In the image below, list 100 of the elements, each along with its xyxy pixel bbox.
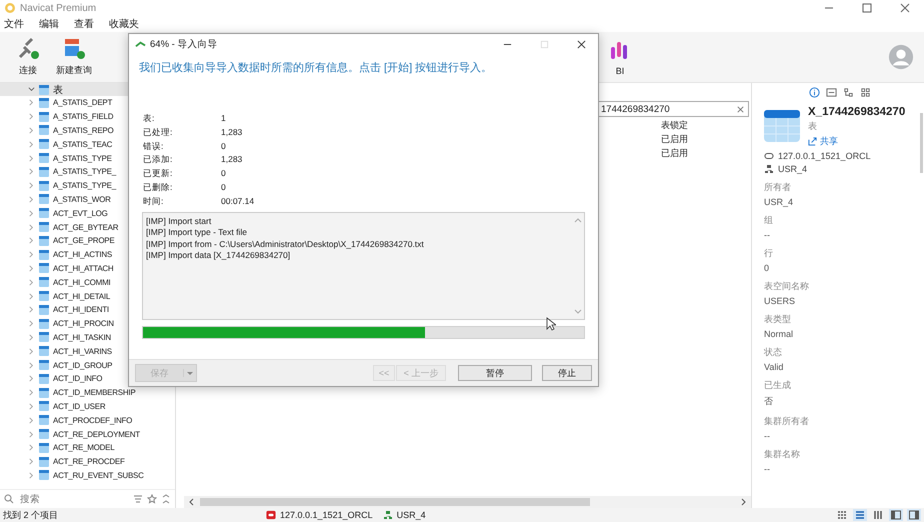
- table-cell-text: 已启用: [661, 147, 689, 160]
- table-icon: [38, 345, 50, 358]
- stat-value: 1: [221, 113, 227, 125]
- table-icon: [38, 138, 50, 150]
- table-icon: [38, 456, 50, 468]
- table-icon: [38, 193, 50, 206]
- table-icon: [38, 152, 50, 164]
- property-label: 所有者: [764, 181, 792, 194]
- stat-label: 已添加:: [143, 154, 174, 166]
- log-line: [IMP] Import start: [146, 216, 212, 226]
- close-icon[interactable]: [900, 3, 910, 13]
- panel-right-icon[interactable]: [907, 509, 921, 521]
- tree-item[interactable]: ACT_HI_ATTACH: [0, 262, 175, 276]
- table-cell-text: 已启用: [661, 133, 689, 146]
- property-label: 组: [764, 214, 774, 227]
- property-value: 0: [764, 263, 770, 273]
- tree-item[interactable]: ACT_RE_DEPLOYMENT: [0, 427, 175, 441]
- wizard-button[interactable]: 停止: [542, 365, 592, 381]
- table-icon: [38, 442, 50, 454]
- star-icon[interactable]: [147, 494, 157, 504]
- maximize-icon[interactable]: [862, 3, 872, 13]
- tree-item[interactable]: ACT_ID_MEMBERSHIP: [0, 386, 175, 400]
- table-icon: [38, 304, 50, 316]
- property-label: 行: [764, 247, 774, 260]
- stat-label: 已删除:: [143, 182, 174, 194]
- panel-left-icon[interactable]: [889, 509, 903, 521]
- tree-item[interactable]: A_STATIS_DEPT: [0, 96, 175, 110]
- filter-field[interactable]: 1744269834270: [597, 101, 749, 117]
- table-icon: [38, 84, 50, 96]
- plug-icon: [16, 37, 40, 61]
- share-icon: [808, 137, 817, 146]
- property-value: 否: [764, 395, 774, 408]
- tree-item[interactable]: ACT_HI_DETAIL: [0, 289, 175, 303]
- property-value: USR_4: [764, 197, 794, 207]
- table-icon: [38, 469, 50, 482]
- log-line: [IMP] Import data [X_1744269834270]: [146, 250, 292, 260]
- wizard-button[interactable]: 暂停: [458, 365, 532, 381]
- menu-item[interactable]: 收藏夹: [109, 17, 139, 31]
- tree-item[interactable]: ACT_HI_IDENTI: [0, 302, 175, 317]
- toolbar-button[interactable]: BI: [602, 38, 638, 76]
- table-icon: [764, 110, 800, 142]
- collapse-icon[interactable]: [161, 494, 171, 504]
- info-icon[interactable]: [809, 87, 820, 98]
- tree-item[interactable]: ACT_HI_VARINS: [0, 344, 175, 358]
- scroll-right-icon[interactable]: [739, 498, 747, 506]
- connection-name: 127.0.0.1_1521_ORCL: [778, 151, 871, 161]
- diagram-icon[interactable]: [843, 87, 854, 98]
- tree-item[interactable]: ACT_RU_EVENT_SUBSC: [0, 468, 175, 482]
- share-link[interactable]: 共享: [808, 135, 906, 148]
- list-view-icon[interactable]: [853, 509, 867, 521]
- search-field[interactable]: 搜索: [18, 492, 129, 506]
- clear-icon[interactable]: [736, 104, 745, 114]
- grid-view-icon[interactable]: [835, 509, 849, 521]
- close-icon[interactable]: [577, 40, 586, 48]
- menu-item[interactable]: 查看: [74, 17, 94, 31]
- caret-icon: [183, 369, 196, 377]
- table-icon: [38, 262, 50, 274]
- filter-icon[interactable]: [133, 494, 143, 504]
- property-label: 状态: [764, 346, 783, 359]
- database-icon: [764, 151, 774, 161]
- tree-item[interactable]: ACT_PROCDEF_INFO: [0, 413, 175, 428]
- table-icon: [38, 290, 50, 302]
- property-value: --: [764, 431, 771, 441]
- tree-item[interactable]: ACT_RE_MODEL: [0, 440, 175, 455]
- stat-value: 1,283: [221, 154, 244, 166]
- table-icon: [38, 428, 50, 440]
- scrollbar-thumb[interactable]: [200, 498, 590, 506]
- table-icon: [38, 331, 50, 344]
- toolbar-button[interactable]: 新建查询: [56, 37, 92, 77]
- property-label: 集群名称: [764, 448, 801, 461]
- maximize-icon: [540, 40, 549, 48]
- table-icon: [38, 359, 50, 372]
- stat-label: 已处理:: [143, 126, 174, 139]
- table-icon: [38, 221, 50, 234]
- stat-value: 1,283: [221, 126, 244, 139]
- stat-value: 0: [221, 168, 227, 180]
- object-name: X_1744269834270: [808, 106, 906, 118]
- property-label: 表空间名称: [764, 280, 810, 293]
- menu-item[interactable]: 编辑: [39, 17, 59, 31]
- stat-value: 0: [221, 140, 227, 152]
- tree-item[interactable]: ACT_RE_PROCDEF: [0, 454, 175, 469]
- property-label: 已生成: [764, 379, 792, 392]
- log-line: [IMP] Import type - Text file: [146, 227, 248, 238]
- menu-item[interactable]: 文件: [4, 17, 24, 31]
- tree-item[interactable]: ACT_HI_TASKIN: [0, 330, 175, 344]
- wizard-heading: 我们已收集向导导入数据时所需的所有信息。点击 [开始] 按钮进行导入。: [138, 60, 494, 75]
- table-icon: [38, 166, 50, 178]
- table-icon: [38, 180, 50, 192]
- search-icon: [4, 494, 14, 504]
- tree-item[interactable]: ACT_HI_COMMI: [0, 275, 175, 290]
- tree-item[interactable]: ACT_ID_USER: [0, 400, 175, 414]
- property-value: Valid: [764, 362, 784, 372]
- tree-item[interactable]: ACT_HI_PROCIN: [0, 316, 175, 331]
- table-icon: [38, 124, 50, 136]
- stat-label: 时间:: [143, 196, 164, 208]
- toolbar-button[interactable]: 连接: [10, 37, 46, 77]
- table-icon: [38, 318, 50, 330]
- stat-label: 错误:: [143, 140, 164, 152]
- scroll-left-icon[interactable]: [188, 498, 196, 506]
- scrollbar-thumb[interactable]: [920, 113, 923, 173]
